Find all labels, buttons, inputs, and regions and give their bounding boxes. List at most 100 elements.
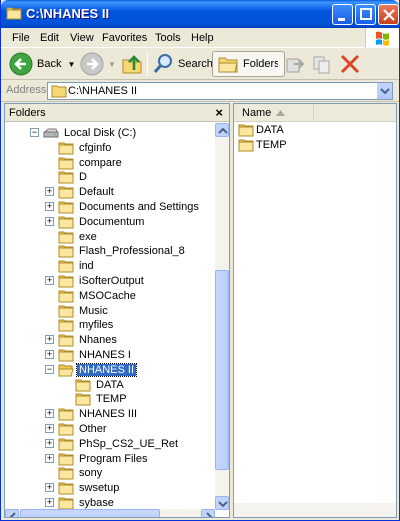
tree-item[interactable]: ind (58, 258, 96, 274)
expand-plus-icon[interactable]: + (45, 409, 54, 419)
tree-item[interactable]: MSOCache (58, 288, 138, 304)
forward-arrow-icon (80, 52, 104, 76)
tree-item[interactable]: + PhSp_CS2_UE_Ret (45, 436, 180, 452)
expand-plus-icon[interactable]: + (45, 187, 54, 197)
tree-item[interactable]: + Documentum (45, 214, 146, 230)
tree-item[interactable]: − NHANES II (45, 362, 138, 378)
tree-item[interactable]: Music (58, 303, 110, 319)
tree-item-label: exe (79, 230, 97, 243)
tree-item[interactable]: + swsetup (45, 480, 121, 496)
search-button[interactable]: Search (152, 51, 213, 77)
tree-item[interactable]: cfginfo (58, 140, 113, 156)
address-input[interactable]: C:\NHANES II (47, 82, 393, 100)
window-title: C:\NHANES II (26, 6, 110, 21)
tree-item[interactable]: + NHANES III (45, 406, 139, 422)
maximize-button[interactable] (355, 4, 376, 25)
delete-button[interactable] (339, 51, 361, 77)
close-pane-icon[interactable]: × (215, 105, 223, 120)
expand-plus-icon[interactable]: + (45, 276, 54, 285)
expand-plus-icon[interactable]: + (45, 424, 54, 433)
tree-item[interactable]: sony (58, 465, 104, 481)
back-label: Back (37, 58, 62, 70)
tree-item-label: ind (79, 260, 94, 273)
expand-plus-icon[interactable]: + (45, 350, 54, 359)
back-button[interactable]: Back ▼ (9, 51, 75, 77)
tree-item[interactable]: Flash_Professional_8 (58, 243, 187, 259)
move-to-button[interactable] (284, 51, 306, 77)
collapse-minus-icon[interactable]: − (45, 364, 54, 374)
scroll-left-button[interactable] (5, 509, 19, 517)
tree-item[interactable]: exe (58, 229, 99, 245)
tree-item[interactable]: + NHANES I (45, 347, 133, 363)
list-item[interactable]: DATA (238, 123, 284, 137)
tree-item[interactable]: DATA (75, 377, 126, 393)
folder-icon (58, 157, 74, 170)
forward-dropdown-icon[interactable]: ▼ (108, 60, 116, 69)
expand-plus-icon[interactable]: + (45, 438, 54, 448)
forward-button[interactable]: ▼ (80, 51, 116, 77)
list-horizontal-scrollbar[interactable] (234, 503, 396, 517)
folder-icon (58, 186, 74, 199)
tree-item-label: D (79, 171, 87, 184)
tree-item[interactable]: D (58, 169, 89, 185)
tree-item[interactable]: TEMP (75, 391, 129, 407)
vertical-scrollbar[interactable] (215, 123, 229, 510)
tree-item[interactable]: + iSofterOutput (45, 273, 146, 289)
scroll-down-button[interactable] (215, 496, 229, 510)
tree-item[interactable]: + sybase (45, 495, 116, 509)
tree-item[interactable]: compare (58, 155, 124, 171)
expand-plus-icon[interactable]: + (45, 216, 54, 226)
expand-plus-icon[interactable]: + (45, 202, 54, 211)
arrow-left-icon (9, 512, 16, 517)
tree-item[interactable]: + Other (45, 421, 109, 437)
tree-item-label: NHANES III (79, 408, 138, 421)
close-button[interactable] (378, 4, 399, 25)
up-folder-icon (122, 55, 142, 74)
folders-button[interactable]: Folders (212, 51, 285, 77)
toolbar-separator (278, 52, 279, 76)
tree-item[interactable]: + Program Files (45, 451, 149, 467)
tree-item[interactable]: − Local Disk (C:) (30, 125, 138, 141)
tree-item-label: NHANES II (75, 362, 138, 377)
folder-icon (58, 453, 74, 466)
expand-plus-icon[interactable]: + (45, 483, 54, 493)
search-icon (153, 54, 172, 73)
menu-view[interactable]: View (70, 32, 94, 44)
tree-item[interactable]: myfiles (58, 317, 115, 333)
up-folder-button[interactable] (120, 51, 144, 77)
menu-tools[interactable]: Tools (155, 32, 181, 44)
address-dropdown-button[interactable] (376, 83, 392, 99)
back-dropdown-icon[interactable]: ▼ (67, 60, 75, 69)
collapse-minus-icon[interactable]: − (30, 128, 39, 137)
expand-plus-icon[interactable]: + (45, 453, 54, 463)
menu-edit[interactable]: Edit (40, 32, 59, 44)
folder-icon (58, 482, 74, 495)
name-column-header[interactable]: Name (234, 104, 314, 121)
tree-item[interactable]: + Nhanes (45, 332, 119, 348)
explorer-window: C:\NHANES II File Edit View Favorites To… (0, 0, 400, 521)
copy-to-button[interactable] (311, 51, 333, 77)
menu-file[interactable]: File (12, 32, 30, 44)
address-label: Address (6, 84, 47, 96)
expand-plus-icon[interactable]: + (45, 498, 54, 507)
menu-favorites[interactable]: Favorites (102, 32, 147, 44)
expand-plus-icon[interactable]: + (45, 335, 54, 345)
tree-item-label: Flash_Professional_8 (79, 245, 185, 258)
scroll-right-button[interactable] (201, 509, 215, 517)
toolbar: Back ▼ ▼ Search Folders (1, 48, 399, 80)
scroll-up-button[interactable] (215, 123, 229, 137)
tree-item[interactable]: + Documents and Settings (45, 199, 201, 215)
close-icon (383, 9, 395, 21)
scroll-thumb[interactable] (215, 270, 229, 470)
title-bar[interactable]: C:\NHANES II (1, 0, 399, 28)
address-value: C:\NHANES II (68, 85, 138, 97)
horizontal-scrollbar[interactable] (5, 509, 215, 517)
minimize-button[interactable] (332, 4, 353, 25)
list-item[interactable]: TEMP (238, 138, 287, 152)
sort-ascending-icon (276, 110, 285, 116)
menu-help[interactable]: Help (191, 32, 214, 44)
drive-icon (43, 128, 59, 138)
tree-item[interactable]: + Default (45, 184, 116, 200)
delete-x-icon (340, 54, 360, 74)
h-scroll-thumb[interactable] (20, 509, 160, 517)
